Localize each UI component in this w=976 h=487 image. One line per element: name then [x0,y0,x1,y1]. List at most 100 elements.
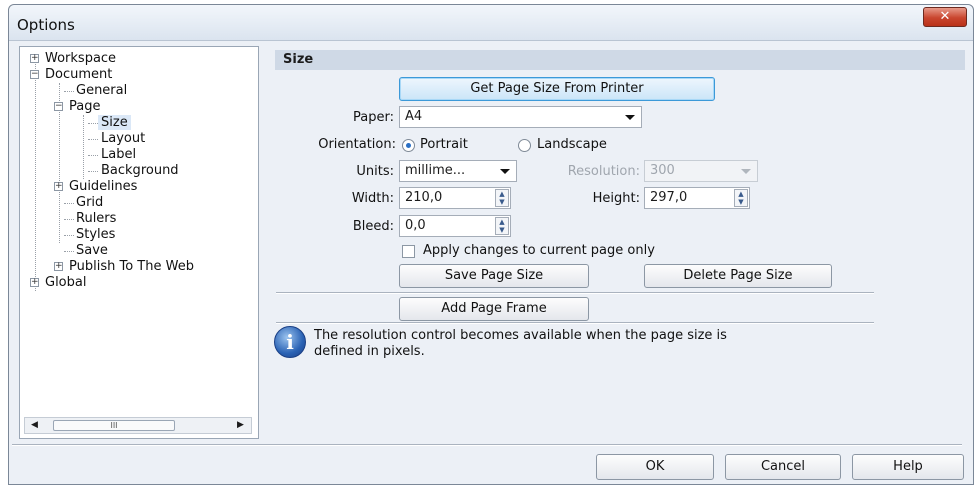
tree-connector [35,59,36,291]
paper-value: A4 [405,109,423,124]
tree-connector [88,171,98,172]
chevron-down-icon [625,115,635,120]
horizontal-scrollbar[interactable]: ◀ III ▶ [24,417,252,434]
tree-item-label: Publish To The Web [69,259,194,274]
bleed-value: 0,0 [405,218,426,233]
portrait-radio[interactable] [402,139,415,152]
tree-item-publish-to-the-web[interactable]: + Publish To The Web [54,259,194,275]
tree-item-label: Layout [101,131,146,146]
units-value: millime... [405,163,466,178]
paper-select[interactable]: A4 [399,106,642,128]
units-label: Units: [356,164,394,179]
tree-connector [88,139,98,140]
apply-changes-label[interactable]: Apply changes to current page only [423,243,655,258]
info-message-line: The resolution control becomes available… [314,328,727,343]
tree-item-label: Page [69,99,101,114]
bleed-label: Bleed: [352,219,394,234]
tree-item-page[interactable]: − Page [54,99,100,115]
portrait-label[interactable]: Portrait [420,137,468,152]
close-icon: ✕ [939,9,951,24]
scroll-thumb[interactable]: III [53,420,175,431]
expand-plus-icon[interactable]: + [54,182,63,191]
section-header: Size [275,50,965,70]
tree-item-guidelines[interactable]: + Guidelines [54,179,137,195]
collapse-minus-icon[interactable]: − [54,102,63,111]
add-page-frame-button[interactable]: Add Page Frame [399,297,589,321]
tree-item-label: Background [101,163,179,178]
tree-item-label: Styles [76,227,116,242]
tree-item-label: Grid [76,195,104,210]
tree-connector [88,123,98,124]
tree-item-label: Size [98,115,131,130]
tree-item-label: General [76,83,128,98]
help-button[interactable]: Help [852,454,964,480]
divider [276,292,874,294]
units-select[interactable]: millime... [399,160,517,182]
landscape-radio[interactable] [518,139,531,152]
width-spinner[interactable]: ▲ ▼ [495,189,509,207]
bleed-spinner[interactable]: ▲ ▼ [495,217,509,235]
tree-item-label: Save [76,243,108,258]
info-message: The resolution control becomes available… [314,328,834,360]
apply-changes-checkbox[interactable] [402,245,415,258]
width-label: Width: [351,191,394,206]
tree-connector [64,219,74,220]
width-field[interactable]: 210,0 ▲ ▼ [399,187,511,209]
tree-item-layout[interactable]: Layout [101,131,145,147]
expand-plus-icon[interactable]: + [54,262,63,271]
delete-page-size-button[interactable]: Delete Page Size [644,264,832,288]
tree-item-styles[interactable]: Styles [76,227,115,243]
tree-item-global[interactable]: + Global [30,275,86,291]
tree-item-workspace[interactable]: + Workspace [30,51,116,67]
tree-item-rulers[interactable]: Rulers [76,211,116,227]
chevron-down-icon [500,169,510,174]
tree-connector [64,235,74,236]
scroll-right-icon[interactable]: ▶ [237,420,244,430]
expand-plus-icon[interactable]: + [30,278,39,287]
tree-item-label: Workspace [45,51,117,66]
scroll-left-icon[interactable]: ◀ [31,420,38,430]
info-icon: i [274,326,306,358]
height-spinner[interactable]: ▲ ▼ [734,189,748,207]
tree-item-size[interactable]: Size [98,115,131,131]
tree-item-label-page[interactable]: Label [101,147,136,163]
landscape-label[interactable]: Landscape [537,137,607,152]
tree-connector [64,203,74,204]
resolution-select: 300 [644,160,758,182]
info-icon-glyph: i [286,330,294,354]
options-tree: + Workspace − Document General − Page Si… [19,46,259,439]
tree-item-label: Document [45,67,113,82]
save-page-size-button[interactable]: Save Page Size [399,264,589,288]
info-message-line: defined in pixels. [314,344,425,359]
expand-plus-icon[interactable]: + [30,54,39,63]
grip-icon: III [110,421,118,430]
tree-item-save[interactable]: Save [76,243,108,259]
tree-item-label: Rulers [76,211,117,226]
height-value: 297,0 [650,190,688,205]
tree-item-grid[interactable]: Grid [76,195,103,211]
cancel-button[interactable]: Cancel [725,454,841,480]
title-bar[interactable]: Options ✕ [9,5,973,41]
height-field[interactable]: 297,0 ▲ ▼ [644,187,750,209]
tree-connector [64,251,74,252]
tree-connector [83,115,84,179]
get-page-size-from-printer-button[interactable]: Get Page Size From Printer [399,77,715,101]
resolution-value: 300 [650,163,675,178]
footer-divider [12,444,962,446]
paper-label: Paper: [353,110,394,125]
width-value: 210,0 [405,190,443,205]
bleed-field[interactable]: 0,0 ▲ ▼ [399,215,511,237]
collapse-minus-icon[interactable]: − [30,70,39,79]
close-button[interactable]: ✕ [923,7,967,27]
tree-item-background[interactable]: Background [101,163,179,179]
resolution-label: Resolution: [567,164,640,179]
divider [276,322,874,324]
tree-item-general[interactable]: General [76,83,127,99]
orientation-label: Orientation: [318,137,396,152]
tree-item-document[interactable]: − Document [30,67,112,83]
ok-button[interactable]: OK [596,454,714,480]
tree-item-label: Global [45,275,87,290]
tree-connector [64,91,74,92]
height-label: Height: [592,191,640,206]
tree-item-label: Label [101,147,137,162]
